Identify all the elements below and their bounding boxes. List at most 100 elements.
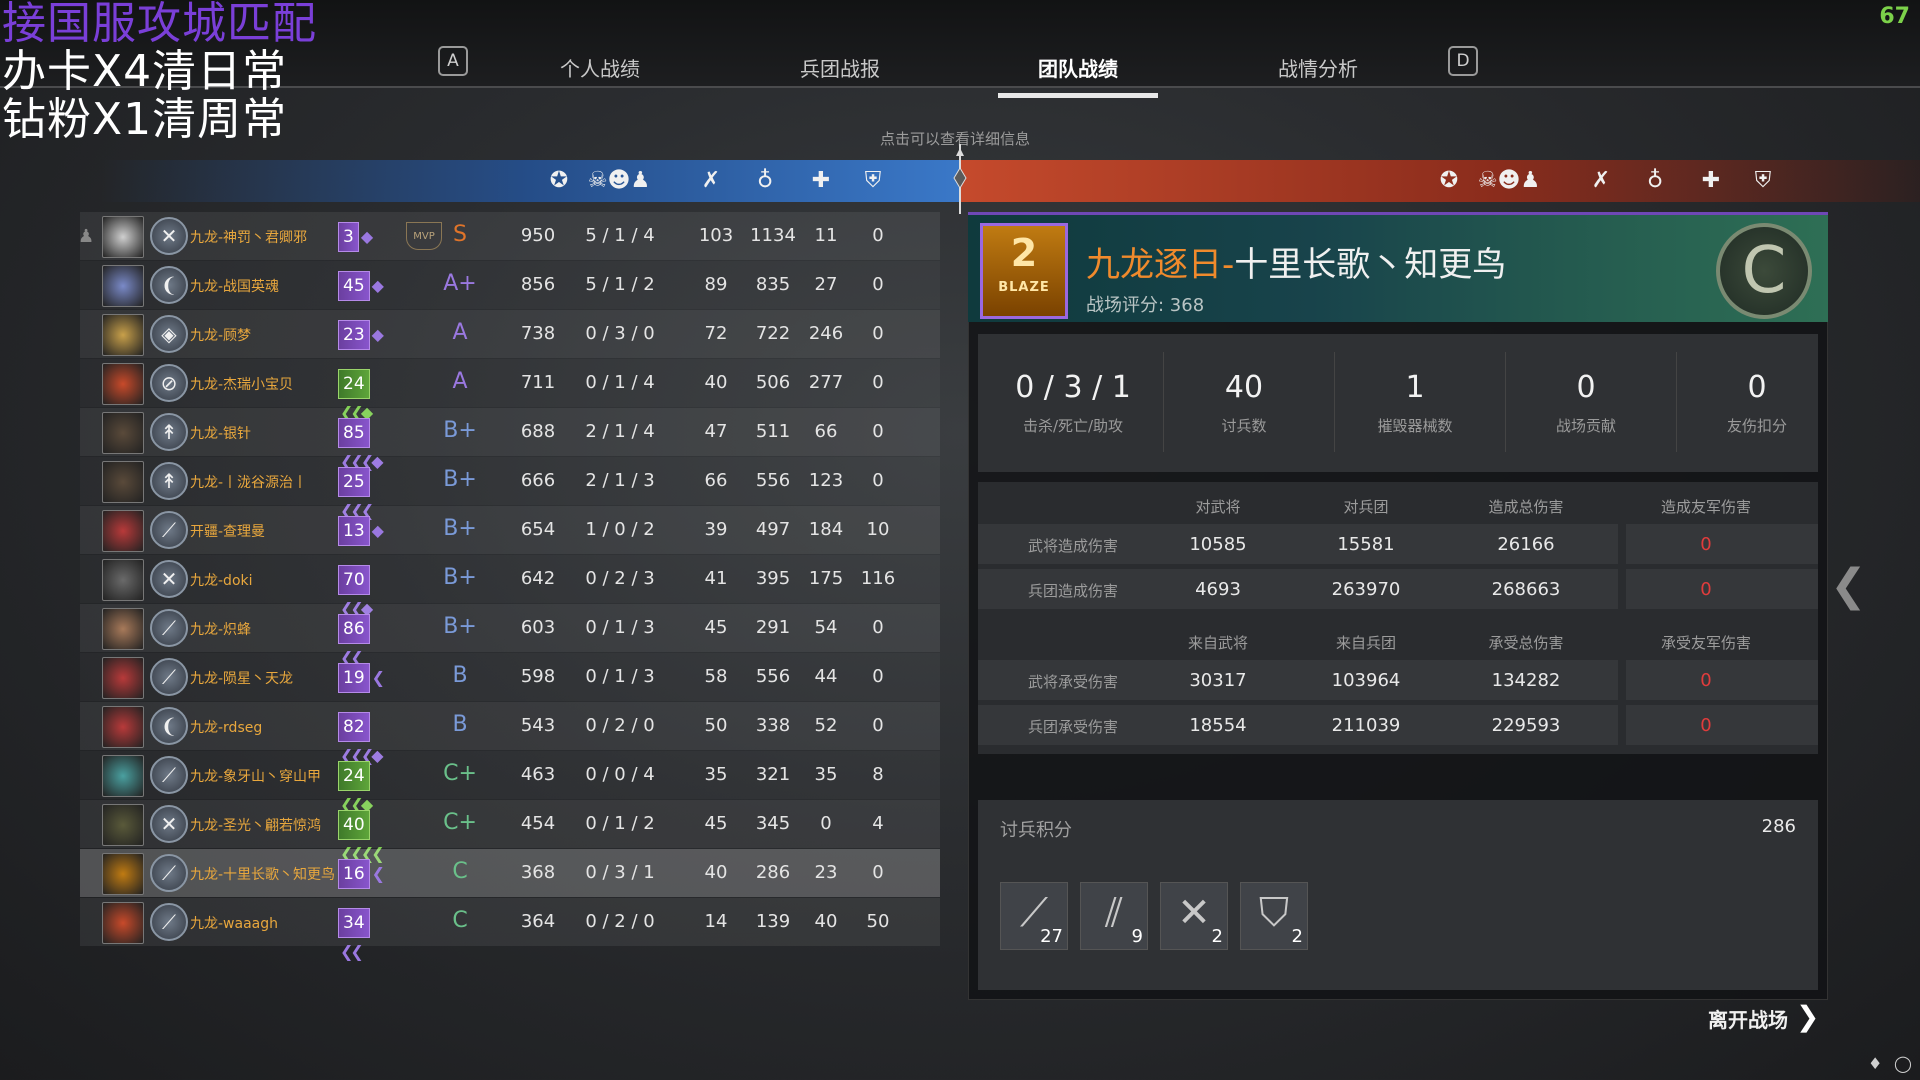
next-tab-key[interactable]: D: [1448, 46, 1478, 76]
damage-cell: 556: [755, 470, 791, 491]
player-name: 九龙-十里长歌丶知更鸟: [190, 867, 336, 883]
table-row[interactable]: ⟋ 九龙-炽蜂 86❮❮ B+ 603 0 / 1 / 3 45 291 54 …: [80, 604, 940, 667]
table-row[interactable]: ⟋ 开疆-查理曼 13 ◆ B+ 654 1 / 0 / 2 39 497 184…: [80, 506, 940, 554]
weapon-icon: ⟋: [150, 511, 188, 549]
kills-cell: 40: [704, 862, 728, 883]
player-name: 九龙-圣光丶翩若惊鸿: [190, 818, 322, 834]
kills-cell: 72: [704, 323, 728, 344]
heal-cell: 175: [808, 568, 844, 589]
column-header: 造成总伤害: [1488, 498, 1564, 516]
prev-tab-key[interactable]: A: [438, 46, 468, 76]
spear-unit-icon[interactable]: ⟋ 27: [1000, 882, 1068, 950]
level-badge: 3 ◆: [334, 222, 392, 252]
weapon-icon: ↟: [150, 462, 188, 500]
tab-legion-report[interactable]: 兵团战报: [760, 53, 920, 82]
table-row[interactable]: ❨ 九龙-rdseg 82❮❮❮◆ B 543 0 / 2 / 0 50 338…: [80, 702, 940, 765]
siege-cell: 0: [872, 225, 884, 246]
table-row[interactable]: ↟ 九龙-银针 85❮❮❮◆ B+ 688 2 / 1 / 4 47 511 6…: [80, 408, 940, 471]
avatar: [102, 559, 144, 601]
hero-damage-icon: ♁: [756, 168, 774, 193]
shield-unit-icon[interactable]: ⛉ 2: [1240, 882, 1308, 950]
damage-value: 134282: [1491, 670, 1561, 691]
score-cell: 738: [520, 323, 556, 344]
table-row[interactable]: ◈ 九龙-顾梦 23 ◆ A 738 0 / 3 / 0 72 722 246 0: [80, 310, 940, 358]
table-row[interactable]: ⟋ 九龙-十里长歌丶知更鸟 16 ❮ C 368 0 / 3 / 1 40 286…: [80, 849, 940, 897]
kda-cell: 5 / 1 / 2: [585, 274, 655, 295]
table-row[interactable]: ✕ 九龙-doki 70❮❮◆ B+ 642 0 / 2 / 3 41 395 …: [80, 555, 940, 618]
weapon-icon: ✕: [150, 217, 188, 255]
fps-counter: 67: [1879, 4, 1910, 29]
kills-cell: 40: [704, 372, 728, 393]
tab-personal[interactable]: 个人战绩: [520, 53, 680, 82]
kda-cell: 0 / 3 / 0: [585, 323, 655, 344]
grade: A: [452, 320, 468, 345]
level-badge: 86❮❮: [334, 614, 392, 667]
damage-cell: 345: [755, 813, 791, 834]
grade: C+: [443, 810, 477, 835]
kill-score-label: 讨兵积分: [1000, 820, 1072, 841]
damage-table: 对武将 对兵团 造成总伤害 造成友军伤害 武将造成伤害 10585 15581 26166 0 兵…: [978, 482, 1818, 754]
table-row[interactable]: ✕ 九龙-圣光丶翩若惊鸿 40❮❮❮❮ C+ 454 0 / 1 / 2 45 …: [80, 800, 940, 863]
grade: B: [452, 712, 468, 737]
pike-unit-icon[interactable]: ⫽ 9: [1080, 882, 1148, 950]
level-badge: 19 ❮: [334, 663, 392, 693]
column-header: 对兵团: [1343, 498, 1389, 516]
leave-battle-button[interactable]: 离开战场: [1708, 1004, 1788, 1033]
damage-value: 0: [1700, 534, 1712, 555]
tab-battle-analysis[interactable]: 战情分析: [1238, 53, 1398, 82]
damage-value: 10585: [1189, 534, 1247, 555]
column-header: 来自武将: [1187, 634, 1248, 652]
red-hero-damage-icon: ♁: [1646, 168, 1664, 193]
table-row[interactable]: ❨ 九龙-战国英魂 45 ◆ A+ 856 5 / 1 / 2 89 835 27…: [80, 261, 940, 309]
level-badge: 34❮❮: [334, 908, 392, 961]
table-row[interactable]: ↟ 九龙-丨泷谷源治丨 25❮❮❮ B+ 666 2 / 1 / 3 66 55…: [80, 457, 940, 520]
tab-team-record[interactable]: 团队战绩: [998, 53, 1158, 98]
siege-cell: 0: [872, 274, 884, 295]
damage-value: 211039: [1331, 715, 1401, 736]
kda-cell: 1 / 0 / 2: [585, 519, 655, 540]
collapse-arrow-icon[interactable]: ❮: [1830, 560, 1867, 611]
damage-value: 268663: [1491, 579, 1561, 600]
score-cell: 454: [520, 813, 556, 834]
table-row[interactable]: ⟋ 九龙-陨星丶天龙 19 ❮ B 598 0 / 1 / 3 58 556 44…: [80, 653, 940, 701]
damage-value: 263970: [1331, 579, 1401, 600]
table-row[interactable]: ♟ ✕ 九龙-神罚丶君卿邪 3 ◆ MVP S 950 5 / 1 / 4 103…: [78, 212, 940, 260]
weapon-icon: ⟋: [150, 756, 188, 794]
column-header: 来自兵团: [1335, 634, 1396, 652]
avatar: [102, 902, 144, 944]
mic-icon[interactable]: ♦: [1868, 1054, 1882, 1073]
heal-cell: 11: [814, 225, 838, 246]
heal-cell: 23: [814, 862, 838, 883]
siege-cell: 0: [872, 421, 884, 442]
avatar: [102, 608, 144, 650]
column-header: 造成友军伤害: [1660, 498, 1751, 516]
siege-cell: 0: [872, 715, 884, 736]
weapon-icon: ↟: [150, 413, 188, 451]
leave-arrow-icon[interactable]: ❯: [1796, 1000, 1819, 1033]
table-row[interactable]: ⟋ 九龙-waaagh 34❮❮ C 364 0 / 2 / 0 14 139 …: [80, 898, 940, 961]
weapon-icon: ⟋: [150, 854, 188, 892]
score-cell: 364: [520, 911, 556, 932]
kda-cell: 2 / 1 / 4: [585, 421, 655, 442]
siege-cell: 50: [866, 911, 890, 932]
score-cell: 368: [520, 862, 556, 883]
soldier-kills-icon: ✗: [701, 168, 721, 193]
summary-stat: 1 摧毁器械数: [1377, 370, 1453, 435]
bow-unit-icon[interactable]: ✕ 2: [1160, 882, 1228, 950]
level-badge: 24❮❮◆: [334, 761, 392, 814]
settings-icon[interactable]: ◯: [1894, 1054, 1912, 1073]
damage-value: 0: [1700, 579, 1712, 600]
damage-value: 15581: [1337, 534, 1395, 555]
table-row[interactable]: ⊘ 九龙-杰瑞小宝贝 24❮❮◆ A 711 0 / 1 / 4 40 506 …: [80, 359, 940, 422]
damage-cell: 497: [755, 519, 791, 540]
kda-cell: 0 / 2 / 0: [585, 911, 655, 932]
damage-cell: 556: [755, 666, 791, 687]
stat-divider: [1676, 352, 1677, 452]
weapon-icon: ❨: [150, 266, 188, 304]
table-row[interactable]: ⟋ 九龙-象牙山丶穿山甲 24❮❮◆ C+ 463 0 / 0 / 4 35 3…: [80, 751, 940, 814]
heal-cell: 66: [814, 421, 838, 442]
stat-divider: [1163, 352, 1164, 452]
avatar: [102, 755, 144, 797]
siege-cell: 0: [872, 617, 884, 638]
heal-cell: 0: [820, 813, 832, 834]
